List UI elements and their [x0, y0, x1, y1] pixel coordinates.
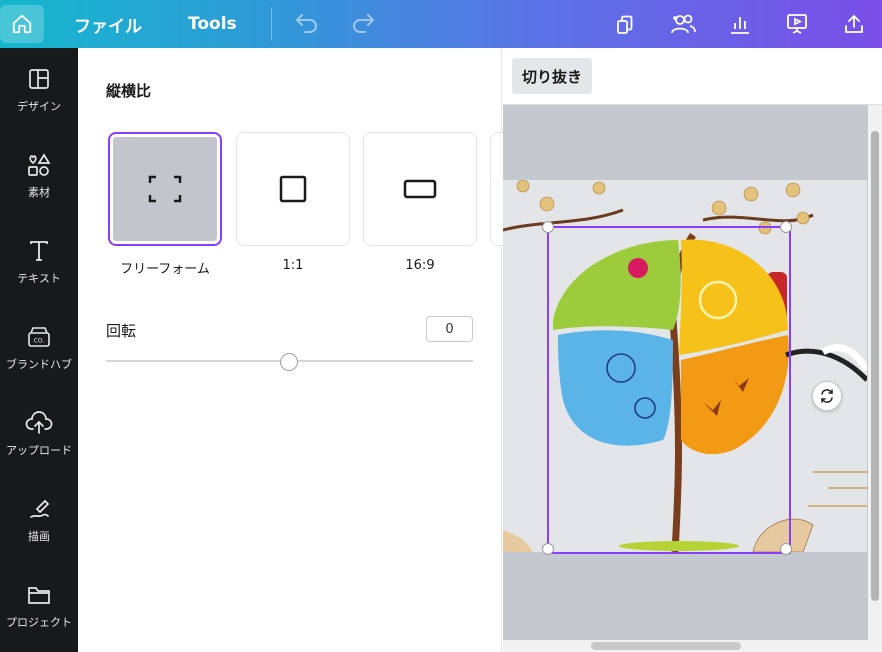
sidebar-item-projects[interactable]: プロジェクト: [0, 570, 78, 650]
present-button[interactable]: [768, 0, 825, 48]
upload-icon: [25, 411, 53, 434]
sidebar-item-label: 素材: [28, 186, 50, 199]
top-bar: ファイル Tools: [0, 0, 882, 48]
folder-icon: [28, 587, 50, 604]
canvas-area: 切り抜き: [503, 48, 882, 652]
horizontal-scrollbar[interactable]: [503, 640, 868, 652]
vertical-scrollbar[interactable]: [868, 105, 882, 652]
share-people-icon: [670, 14, 696, 34]
aspect-ratio-title: 縦横比: [106, 82, 152, 100]
layout-icon: [29, 69, 49, 89]
undo-icon: [295, 14, 317, 33]
crop-handle-top-left[interactable]: [542, 221, 554, 233]
crop-panel: 縦横比 フリーフォーム 1:1 16:9 回転 0: [78, 48, 510, 652]
file-menu[interactable]: ファイル: [74, 12, 142, 37]
sidebar-item-label: デザイン: [17, 100, 61, 113]
sidebar-item-label: ブランドハブ: [6, 358, 72, 371]
ratio-option-1-1[interactable]: [236, 132, 350, 246]
sidebar-item-elements[interactable]: 素材: [0, 140, 78, 220]
sidebar-item-label: テキスト: [17, 272, 61, 285]
rotate-slider-thumb[interactable]: [280, 353, 298, 371]
left-sidebar: デザイン 素材 テキスト CO. ブランドハブ アップロード 描画 プロジェクト: [0, 48, 78, 652]
sidebar-item-label: アップロード: [6, 444, 72, 457]
sidebar-item-upload[interactable]: アップロード: [0, 398, 78, 478]
top-right-actions: [597, 0, 882, 48]
upload-share-button[interactable]: [825, 0, 882, 48]
undo-button[interactable]: [294, 11, 320, 37]
sidebar-item-label: 描画: [28, 530, 50, 543]
ratio-label-1-1: 1:1: [282, 258, 304, 273]
share-people-button[interactable]: [654, 0, 711, 48]
ratio-label-16-9: 16:9: [405, 258, 435, 273]
rotate-handle[interactable]: [812, 381, 842, 411]
sidebar-item-design[interactable]: デザイン: [0, 54, 78, 134]
resize-icon: [616, 15, 632, 34]
vertical-scroll-thumb[interactable]: [871, 131, 879, 601]
freeform-crop-icon: [148, 175, 182, 203]
ratio-option-16-9[interactable]: [363, 132, 477, 246]
redo-button[interactable]: [350, 11, 376, 37]
crop-handle-bottom-left[interactable]: [542, 543, 554, 555]
sidebar-item-draw[interactable]: 描画: [0, 484, 78, 564]
sidebar-item-label: プロジェクト: [6, 616, 72, 629]
sidebar-item-text[interactable]: テキスト: [0, 226, 78, 306]
insights-icon: [730, 17, 749, 34]
crop-button[interactable]: 切り抜き: [512, 58, 593, 94]
draw-icon: [30, 499, 50, 518]
present-icon: [786, 14, 807, 34]
svg-text:CO.: CO.: [34, 338, 45, 345]
resize-button[interactable]: [597, 0, 654, 48]
text-icon: [30, 241, 48, 261]
home-icon: [12, 14, 32, 34]
crop-frame[interactable]: [547, 226, 791, 554]
tools-menu[interactable]: Tools: [188, 14, 237, 34]
ratio-option-freeform[interactable]: [108, 132, 222, 246]
crop-handle-bottom-right[interactable]: [780, 543, 792, 555]
context-toolbar: 切り抜き: [503, 48, 882, 105]
ratio-label-freeform: フリーフォーム: [120, 262, 210, 277]
horizontal-scroll-thumb[interactable]: [591, 642, 741, 650]
home-button[interactable]: [0, 5, 44, 43]
elements-icon: [28, 153, 51, 176]
rotate-label: 回転: [106, 322, 137, 340]
rotate-icon: [821, 389, 833, 403]
sidebar-item-brand-hub[interactable]: CO. ブランドハブ: [0, 312, 78, 392]
insights-button[interactable]: [711, 0, 768, 48]
brand-hub-icon: CO.: [28, 327, 50, 347]
crop-handle-top-right[interactable]: [780, 221, 792, 233]
redo-icon: [352, 14, 374, 33]
upload-share-icon: [844, 14, 863, 33]
rotate-value-input[interactable]: 0: [426, 316, 473, 342]
toolbar-divider: [270, 7, 272, 41]
square-ratio-icon: [279, 175, 307, 203]
widescreen-ratio-icon: [403, 179, 437, 199]
